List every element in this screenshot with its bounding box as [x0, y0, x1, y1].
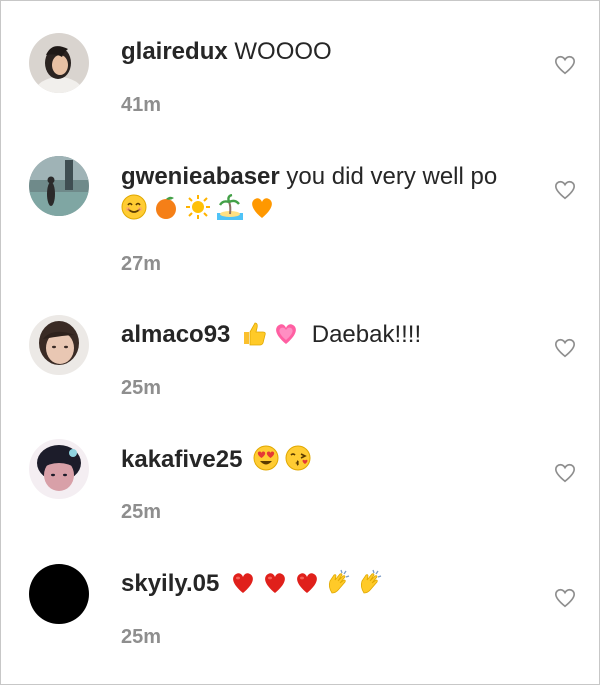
orange-heart-emoji — [249, 194, 275, 220]
sun-emoji — [185, 194, 211, 220]
avatar[interactable] — [29, 33, 89, 93]
heart-outline-icon[interactable] — [554, 587, 576, 609]
comment-timestamp: 41m — [121, 94, 162, 116]
avatar[interactable] — [29, 564, 89, 624]
avatar[interactable] — [29, 156, 89, 216]
comment-username[interactable]: glairedux — [121, 38, 228, 65]
comment-text: glairedux WOOOO — [121, 36, 541, 68]
desert-island-emoji — [217, 194, 243, 220]
heart-outline-icon[interactable] — [554, 179, 576, 201]
comment-text: kakafive25 — [121, 444, 541, 476]
comment-username[interactable]: almaco93 — [121, 321, 230, 348]
heart-outline-icon[interactable] — [554, 337, 576, 359]
comment-message: Daebak!!!! — [311, 321, 422, 348]
comment-message: you did very well po — [286, 163, 498, 190]
kissing-face-emoji — [285, 445, 311, 471]
comment-text: gwenieabaser you did very well po — [121, 161, 541, 225]
red-heart-emoji — [262, 569, 288, 595]
avatar[interactable] — [29, 315, 89, 375]
red-heart-emoji — [230, 569, 256, 595]
tangerine-emoji — [153, 194, 179, 220]
comment-timestamp: 25m — [121, 377, 162, 399]
heart-outline-icon[interactable] — [554, 54, 576, 76]
comment-username[interactable]: gwenieabaser — [121, 163, 280, 190]
thumbs-up-emoji — [241, 320, 267, 346]
comment-text: skyily.05 — [121, 568, 541, 600]
comment-timestamp: 25m — [121, 501, 162, 523]
comment-username[interactable]: kakafive25 — [121, 446, 242, 473]
comment-timestamp: 27m — [121, 253, 162, 275]
smiling-face-emoji — [121, 194, 147, 220]
comments-list: glairedux WOOOO 41m gwenieabaser you did… — [0, 0, 600, 685]
clapping-hands-emoji — [358, 569, 384, 595]
growing-heart-emoji — [273, 320, 299, 346]
comment-timestamp: 25m — [121, 626, 162, 648]
heart-eyes-emoji — [253, 445, 279, 471]
heart-outline-icon[interactable] — [554, 462, 576, 484]
avatar[interactable] — [29, 439, 89, 499]
red-heart-emoji — [294, 569, 320, 595]
clapping-hands-emoji — [326, 569, 352, 595]
comment-message: WOOOO — [234, 38, 332, 65]
comment-username[interactable]: skyily.05 — [121, 570, 219, 597]
comment-text: almaco93 Daebak!!!! — [121, 319, 541, 351]
